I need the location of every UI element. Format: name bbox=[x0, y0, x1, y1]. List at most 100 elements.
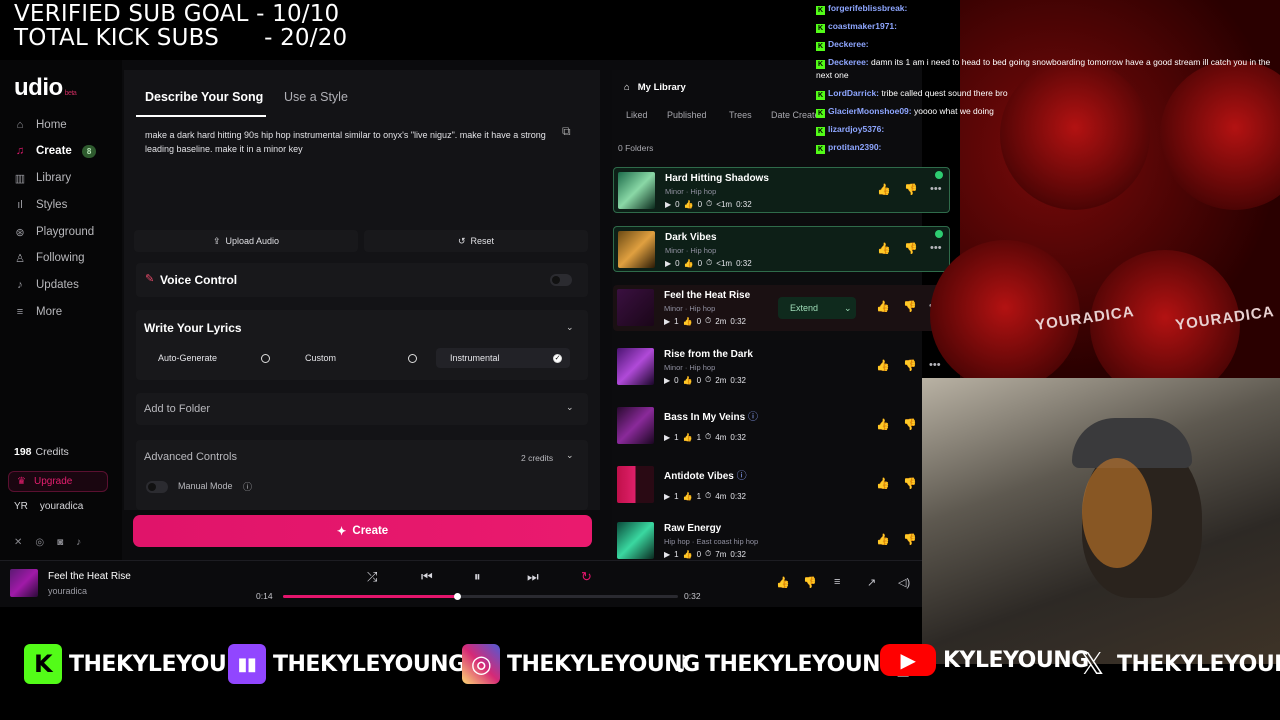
tab-describe-your-song[interactable]: Describe Your Song bbox=[145, 90, 263, 104]
song-title: Antidote Vibes ⓘ bbox=[664, 471, 747, 482]
pause-icon[interactable]: ⏸ bbox=[474, 569, 481, 585]
sub-goal-overlay: VERIFIED SUB GOAL - 10/10 TOTAL KICK SUB… bbox=[14, 2, 347, 50]
create-button[interactable]: ✦ Create bbox=[133, 515, 592, 547]
upload-icon: ⇪ bbox=[212, 235, 221, 246]
queue-icon[interactable]: ≡ bbox=[834, 576, 840, 588]
lyrics-option-instrumental[interactable]: Instrumental ✓ bbox=[436, 348, 570, 368]
liked-icon[interactable]: 👍 bbox=[876, 418, 890, 431]
tiktok-icon[interactable]: ♪ bbox=[76, 537, 81, 548]
now-playing-cover[interactable] bbox=[10, 569, 38, 597]
next-icon[interactable]: ⏭ bbox=[527, 569, 539, 585]
now-playing-title[interactable]: Feel the Heat Rise bbox=[48, 571, 131, 582]
sidebar-item-more[interactable]: ≡ More bbox=[14, 302, 62, 322]
repeat-icon[interactable]: ↻ bbox=[581, 569, 592, 585]
lyrics-option-auto-generate[interactable]: Auto-Generate bbox=[144, 348, 278, 368]
info-icon[interactable]: ⓘ bbox=[243, 480, 252, 493]
like-icon[interactable]: 👍 bbox=[876, 359, 890, 372]
progress-track[interactable] bbox=[283, 593, 678, 600]
dislike-icon[interactable]: 👎 bbox=[903, 300, 917, 313]
instagram-icon[interactable]: ◎ bbox=[35, 537, 44, 548]
x-icon[interactable]: ✕ bbox=[14, 537, 22, 548]
like-icon[interactable]: 👍 bbox=[876, 533, 890, 546]
list-item[interactable]: Dark Vibes Minor · Hip hop ▶ 0 👍 0 ⏱ <1m… bbox=[613, 226, 950, 272]
dislike-icon[interactable]: 👎 bbox=[903, 359, 917, 372]
song-stats: ▶ 1 👍 1 ⏱ 4m 0:32 bbox=[664, 432, 746, 442]
chevron-down-icon[interactable]: ⌄ bbox=[566, 402, 574, 413]
kick-badge-icon: K bbox=[816, 42, 825, 51]
lyrics-option-custom[interactable]: Custom bbox=[291, 348, 425, 368]
liked-icon[interactable]: 👍 bbox=[876, 477, 890, 490]
voice-control-toggle[interactable] bbox=[550, 274, 572, 286]
volume-icon[interactable]: ◁) bbox=[898, 576, 910, 589]
like-icon[interactable]: 👍 bbox=[877, 183, 891, 196]
avatar: YR bbox=[14, 501, 28, 512]
chevron-down-icon[interactable]: ⌄ bbox=[566, 322, 574, 333]
sidebar-item-updates[interactable]: ♪ Updates bbox=[14, 275, 79, 295]
dislike-icon[interactable]: 👎 bbox=[903, 533, 917, 546]
like-icon[interactable]: 👍 bbox=[876, 300, 890, 313]
user-account[interactable]: YR youradica bbox=[14, 501, 83, 512]
share-icon[interactable]: ↗ bbox=[867, 576, 876, 589]
udio-logo[interactable]: udio beta bbox=[14, 74, 77, 102]
streamer-cap bbox=[1072, 418, 1192, 468]
song-cover bbox=[617, 289, 654, 326]
social-tiktok: ♪ THEKYLEYOUNG_ bbox=[668, 644, 909, 684]
dislike-icon[interactable]: 👎 bbox=[803, 576, 817, 589]
song-prompt-input[interactable]: make a dark hard hitting 90s hip hop ins… bbox=[145, 128, 565, 156]
dislike-icon[interactable]: 👎 bbox=[904, 183, 918, 196]
filter-liked[interactable]: Liked bbox=[626, 110, 648, 120]
like-icon[interactable]: 👍 bbox=[776, 576, 790, 589]
filter-trees[interactable]: Trees bbox=[729, 110, 752, 120]
list-item[interactable]: Bass In My Veins ⓘ ▶ 1 👍 1 ⏱ 4m 0:32 👍 👎 bbox=[613, 403, 950, 449]
more-icon[interactable]: ••• bbox=[930, 183, 942, 195]
upgrade-button[interactable]: ♛ Upgrade bbox=[8, 471, 108, 492]
chevron-down-icon[interactable]: ⌄ bbox=[844, 303, 852, 314]
kick-badge-icon: K bbox=[816, 109, 825, 118]
more-icon[interactable]: ••• bbox=[930, 242, 942, 254]
dislike-icon[interactable]: 👎 bbox=[903, 477, 917, 490]
youtube-icon: ▶ bbox=[880, 644, 936, 676]
filter-published[interactable]: Published bbox=[667, 110, 707, 120]
new-indicator bbox=[935, 230, 943, 238]
copy-icon[interactable]: ⧉ bbox=[562, 124, 571, 139]
list-item[interactable]: Feel the Heat Rise Minor · Hip hop ▶ 1 👍… bbox=[613, 285, 950, 331]
sidebar-item-playground[interactable]: ⊛ Playground bbox=[14, 222, 94, 242]
username: youradica bbox=[39, 501, 84, 512]
sidebar-item-following[interactable]: ♙ Following bbox=[14, 248, 85, 268]
like-icon[interactable]: 👍 bbox=[877, 242, 891, 255]
folders-count[interactable]: 0 Folders bbox=[618, 143, 653, 153]
list-item[interactable]: Rise from the Dark Minor · Hip hop ▶ 0 👍… bbox=[613, 344, 950, 390]
progress-fill bbox=[283, 595, 457, 598]
sidebar-item-styles[interactable]: ıl Styles bbox=[14, 195, 67, 215]
shuffle-icon[interactable]: ⤮ bbox=[367, 569, 377, 585]
dislike-icon[interactable]: 👎 bbox=[904, 242, 918, 255]
sidebar-item-home[interactable]: ⌂ Home bbox=[14, 115, 67, 135]
sidebar-item-create[interactable]: ♫ Create 8 bbox=[14, 141, 97, 161]
home-icon: ⌂ bbox=[624, 82, 630, 93]
extend-button[interactable]: Extend ⌄ bbox=[778, 297, 856, 319]
progress-handle[interactable] bbox=[453, 593, 461, 600]
upload-audio-button[interactable]: ⇪ Upload Audio bbox=[134, 230, 358, 252]
reset-icon: ↺ bbox=[457, 235, 466, 246]
chevron-down-icon[interactable]: ⌄ bbox=[566, 450, 574, 461]
list-item[interactable]: Hard Hitting Shadows Minor · Hip hop ▶ 0… bbox=[613, 167, 950, 213]
list-item[interactable]: Antidote Vibes ⓘ ▶ 1 👍 1 ⏱ 4m 0:32 👍 👎 bbox=[613, 462, 950, 508]
kick-icon: K bbox=[24, 644, 62, 684]
discord-icon[interactable]: ◙ bbox=[57, 537, 63, 548]
chat-message: Kprotitan2390: bbox=[816, 142, 882, 154]
tab-use-a-style[interactable]: Use a Style bbox=[284, 90, 348, 104]
credits-display[interactable]: 198 Credits bbox=[14, 446, 69, 458]
list-item[interactable]: Raw Energy Hip hop · East coast hip hop … bbox=[613, 518, 950, 560]
manual-mode-toggle[interactable] bbox=[146, 481, 168, 493]
dislike-icon[interactable]: 👎 bbox=[903, 418, 917, 431]
now-playing-artist[interactable]: youradica bbox=[48, 586, 87, 596]
advanced-controls-title[interactable]: Advanced Controls bbox=[144, 451, 237, 463]
chat-message: K LordDarrick: tribe called quest sound t… bbox=[816, 88, 1008, 100]
kick-badge-icon: K bbox=[816, 60, 825, 69]
add-to-folder-title: Add to Folder bbox=[144, 403, 211, 415]
more-icon[interactable]: ••• bbox=[929, 359, 941, 371]
sidebar-item-library[interactable]: ▥ Library bbox=[14, 168, 71, 188]
previous-icon[interactable]: ⏮ bbox=[421, 569, 433, 585]
crown-icon: ♛ bbox=[17, 476, 26, 487]
reset-button[interactable]: ↺ Reset bbox=[364, 230, 588, 252]
